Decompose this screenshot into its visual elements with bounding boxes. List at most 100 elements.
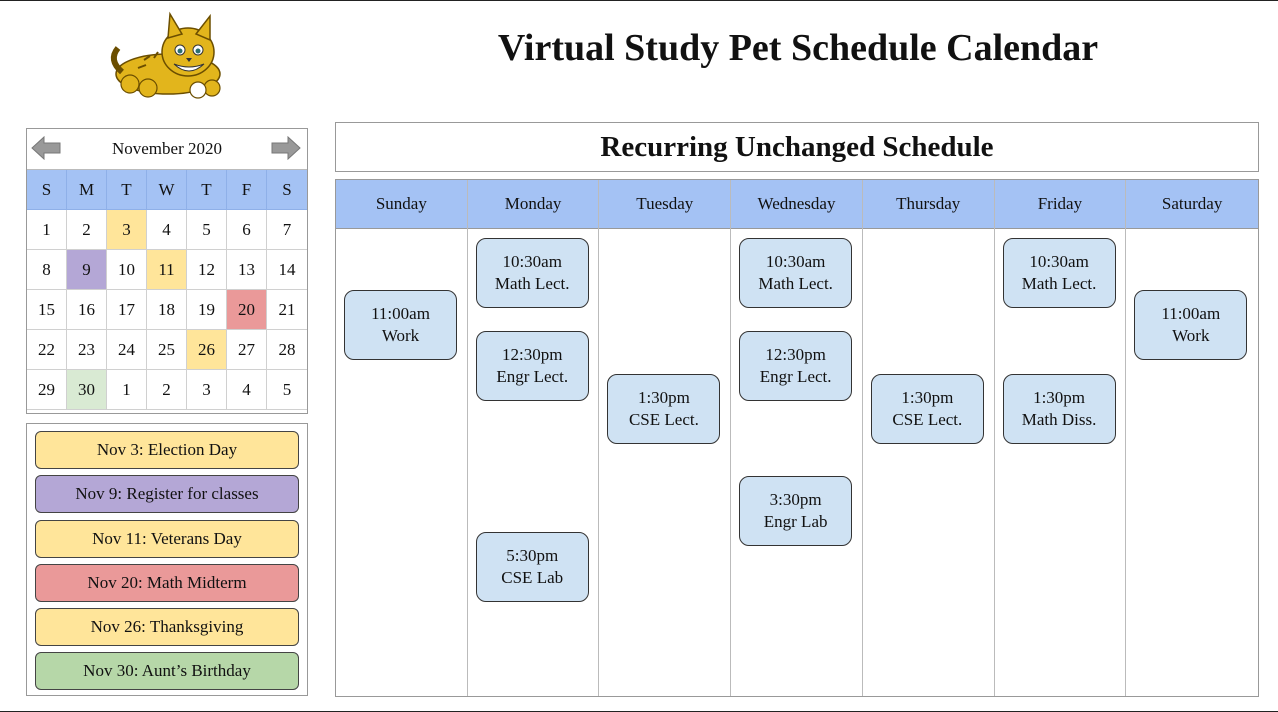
day-header: Sunday [336,180,467,229]
schedule-slot[interactable]: 10:30am Math Lect. [739,238,853,308]
day-column-wednesday: Wednesday 10:30am Math Lect. 12:30pm Engr Le… [731,180,863,696]
event-item[interactable]: Nov 9: Register for classes [35,475,299,514]
calendar-day[interactable]: 14 [267,250,307,290]
weekday-header: M [67,170,107,210]
day-header: Wednesday [731,180,862,229]
event-item[interactable]: Nov 30: Aunt’s Birthday [35,652,299,691]
calendar-day[interactable]: 23 [67,330,107,370]
events-legend: Nov 3: Election Day Nov 9: Register for c… [26,423,308,696]
schedule-slot[interactable]: 11:00am Work [344,290,457,360]
day-column-thursday: Thursday 1:30pm CSE Lect. [862,180,995,696]
slot-time: 1:30pm [637,388,690,407]
calendar-day[interactable]: 8 [27,250,67,290]
arrow-right-icon[interactable] [271,135,301,161]
schedule-slot[interactable]: 10:30am Math Lect. [475,238,589,308]
schedule-slot[interactable]: 1:30pm CSE Lect. [607,374,721,444]
slot-label: Math Lect. [1021,274,1097,293]
calendar-day[interactable]: 7 [267,210,307,250]
bobcat-logo-icon [108,8,226,100]
calendar-day[interactable]: 21 [267,290,307,330]
schedule-slot[interactable]: 11:00am Work [1134,290,1248,360]
slot-time: 10:30am [502,252,562,271]
slot-time: 12:30pm [765,345,826,364]
calendar-day[interactable]: 18 [147,290,187,330]
calendar-day[interactable]: 4 [227,370,267,410]
calendar-day[interactable]: 2 [67,210,107,250]
slot-label: Work [381,326,420,345]
calendar-day[interactable]: 27 [227,330,267,370]
calendar-day[interactable]: 20 [227,290,267,330]
weekly-schedule: Sunday 11:00am Work Monday 10:30am Math Lect.… [335,179,1259,697]
calendar-day[interactable]: 5 [267,370,307,410]
slot-label: Math Lect. [758,274,833,293]
calendar-day[interactable]: 5 [187,210,227,250]
schedule-slot[interactable]: 10:30am Math Lect. [1002,238,1116,308]
day-header: Friday [994,180,1126,229]
schedule-slot[interactable]: 3:30pm Engr Lab [739,476,853,546]
weekday-header: F [227,170,267,210]
slot-label: CSE Lect. [892,410,963,429]
calendar-day[interactable]: 13 [227,250,267,290]
weekday-header: T [107,170,147,210]
slot-time: 5:30pm [506,546,559,565]
slot-time: 11:00am [371,304,430,323]
calendar-day[interactable]: 11 [147,250,187,290]
slot-time: 10:30am [1029,252,1089,271]
day-header: Thursday [862,180,994,229]
weekday-header: S [27,170,67,210]
day-column-tuesday: Tuesday 1:30pm CSE Lect. [599,180,732,696]
slot-time: 12:30pm [501,345,563,364]
calendar-day[interactable]: 9 [67,250,107,290]
mini-calendar: November 2020 S M T W T F S 1 2 3 4 5 6 7 8 9 10 11 12 13 14… [26,128,308,414]
weekday-header: T [187,170,227,210]
page-title: Virtual Study Pet Schedule Calendar [497,27,1099,69]
calendar-day[interactable]: 28 [267,330,307,370]
schedule-slot[interactable]: 5:30pm CSE Lab [475,532,589,602]
calendar-day[interactable]: 29 [27,370,67,410]
calendar-day[interactable]: 1 [27,210,67,250]
calendar-day[interactable]: 10 [107,250,147,290]
slot-time: 11:00am [1161,304,1221,323]
calendar-day[interactable]: 24 [107,330,147,370]
calendar-day[interactable]: 1 [107,370,147,410]
calendar-day[interactable]: 6 [227,210,267,250]
calendar-day[interactable]: 16 [67,290,107,330]
calendar-day[interactable]: 22 [27,330,67,370]
schedule-slot[interactable]: 12:30pm Engr Lect. [475,331,589,401]
mini-calendar-header: November 2020 [27,129,307,169]
calendar-day[interactable]: 25 [147,330,187,370]
slot-label: CSE Lab [501,568,564,587]
calendar-day[interactable]: 12 [187,250,227,290]
slot-label: CSE Lect. [628,410,699,429]
weekday-header: S [267,170,307,210]
event-item[interactable]: Nov 11: Veterans Day [35,519,299,558]
calendar-day[interactable]: 19 [187,290,227,330]
event-item[interactable]: Nov 26: Thanksgiving [35,608,299,647]
calendar-day[interactable]: 2 [147,370,187,410]
day-header: Saturday [1126,180,1258,229]
calendar-day[interactable]: 26 [187,330,227,370]
calendar-day[interactable]: 17 [107,290,147,330]
calendar-day[interactable]: 15 [27,290,67,330]
weekday-header: W [147,170,187,210]
slot-label: Engr Lab [763,512,828,531]
slot-label: Math Lect. [494,274,570,293]
slot-label: Math Diss. [1021,410,1097,429]
schedule-slot[interactable]: 12:30pm Engr Lect. [739,331,853,401]
calendar-day[interactable]: 3 [107,210,147,250]
slot-time: 1:30pm [901,388,954,407]
event-item[interactable]: Nov 3: Election Day [35,431,299,469]
calendar-day[interactable]: 4 [147,210,187,250]
schedule-slot[interactable]: 1:30pm Math Diss. [1002,374,1116,444]
calendar-day[interactable]: 3 [187,370,227,410]
day-header: Tuesday [599,180,731,229]
day-column-saturday: Saturday 11:00am Work [1126,180,1258,696]
schedule-slot[interactable]: 1:30pm CSE Lect. [870,374,984,444]
slot-label: Engr Lect. [759,367,832,386]
slot-label: Engr Lect. [496,367,569,386]
calendar-day[interactable]: 30 [67,370,107,410]
month-label: November 2020 [111,139,222,158]
event-item[interactable]: Nov 20: Math Midterm [35,563,299,602]
day-column-monday: Monday 10:30am Math Lect. 12:30pm Engr Lect.… [467,180,600,696]
day-header: Monday [467,180,599,229]
